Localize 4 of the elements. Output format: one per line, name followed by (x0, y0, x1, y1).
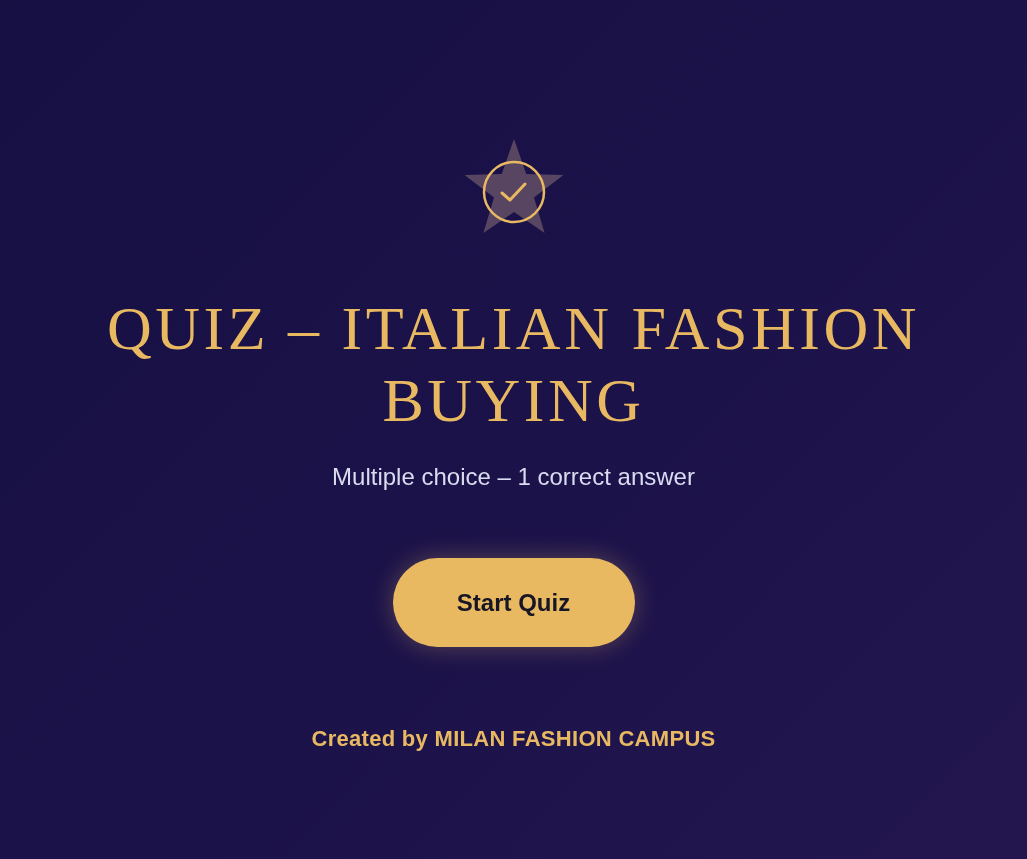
credit-text: Created by MILAN FASHION CAMPUS (311, 725, 716, 753)
quiz-subtitle: Multiple choice – 1 correct answer (332, 462, 695, 492)
quiz-title: QUIZ – ITALIAN FASHION BUYING (105, 293, 922, 436)
start-quiz-button[interactable]: Start Quiz (392, 558, 635, 647)
